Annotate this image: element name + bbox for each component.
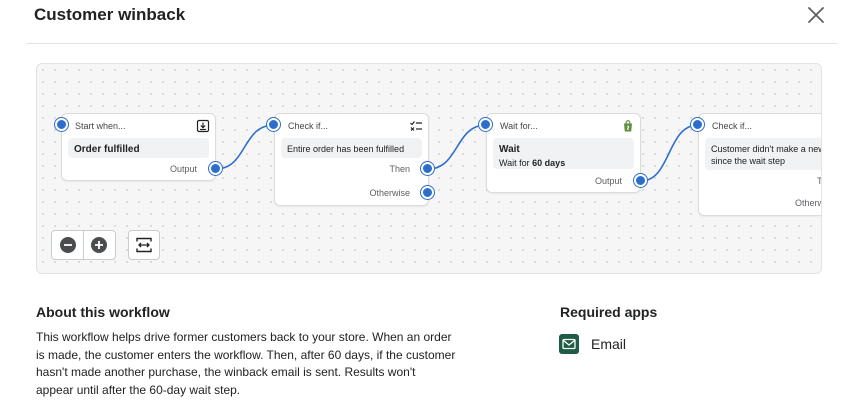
- modal-header: Customer winback: [0, 0, 865, 44]
- node-body: Entire order has been fulfilled: [281, 138, 422, 158]
- node-condition-line-2: since the wait step: [711, 156, 786, 166]
- zoom-in-button[interactable]: [84, 231, 115, 259]
- workflow-canvas[interactable]: Start when... Order fulfilled Output Che…: [36, 63, 822, 274]
- email-icon: [559, 334, 579, 354]
- fit-view-button[interactable]: [128, 230, 160, 260]
- modal-title: Customer winback: [34, 5, 186, 24]
- workflow-node-wait[interactable]: Wait for... Wait Wait for 60 days Output: [486, 113, 641, 193]
- node-input-port[interactable]: [55, 118, 68, 131]
- checklist-icon: [410, 121, 422, 131]
- node-header: Check if...: [712, 121, 753, 131]
- connector-3: [640, 124, 699, 182]
- node-header: Start when...: [75, 121, 126, 131]
- wait-prefix: Wait for: [499, 158, 533, 168]
- required-apps-title: Required apps: [560, 304, 658, 320]
- connector-1: [215, 124, 275, 170]
- node-wait-duration: Wait for 60 days: [499, 158, 628, 168]
- node-header: Wait for...: [500, 121, 538, 131]
- node-input-port[interactable]: [479, 118, 492, 131]
- shopify-bag-icon: [624, 120, 632, 132]
- import-icon: [196, 119, 210, 133]
- header-divider: [26, 43, 837, 44]
- wait-days: 60 days: [532, 158, 566, 168]
- node-otherwise-port[interactable]: [421, 186, 434, 199]
- port-label-otherwise: Otherwise: [369, 188, 410, 198]
- node-output-port[interactable]: [209, 162, 222, 175]
- node-title: Order fulfilled: [74, 144, 140, 155]
- port-label-then: Then: [389, 164, 410, 174]
- minus-circle-icon: [59, 237, 76, 253]
- node-input-port[interactable]: [267, 118, 280, 131]
- app-label: Email: [591, 336, 627, 352]
- zoom-controls: [51, 230, 116, 260]
- zoom-out-button[interactable]: [52, 231, 83, 259]
- port-label-output: Output: [169, 164, 197, 174]
- node-body: Order fulfilled: [68, 138, 209, 158]
- node-output-port[interactable]: [634, 174, 647, 187]
- node-then-port[interactable]: [421, 162, 434, 175]
- workflow-node-check[interactable]: Check if... Entire order has been fulfil…: [274, 113, 429, 206]
- about-description: This workflow helps drive former custome…: [36, 330, 456, 397]
- app-item-email[interactable]: Email: [559, 333, 626, 355]
- about-title: About this workflow: [36, 304, 170, 320]
- close-button[interactable]: [806, 5, 826, 25]
- node-condition-line-1: Customer didn't make a new o: [711, 144, 822, 154]
- fit-view-icon: [136, 237, 152, 253]
- workflow-node-start[interactable]: Start when... Order fulfilled Output: [61, 113, 216, 181]
- connector-2: [427, 124, 487, 170]
- close-icon: [808, 7, 824, 23]
- port-label-then: T: [817, 176, 822, 186]
- node-title: Wait: [499, 144, 520, 155]
- plus-circle-icon: [91, 237, 108, 253]
- node-header: Check if...: [288, 121, 329, 131]
- node-input-port[interactable]: [691, 118, 704, 131]
- node-body: Customer didn't make a new o since the w…: [705, 138, 822, 170]
- port-label-output: Output: [594, 176, 622, 186]
- node-body: Wait Wait for 60 days: [493, 138, 634, 169]
- node-condition: Entire order has been fulfilled: [287, 144, 405, 154]
- workflow-node-check-2[interactable]: Check if... Customer didn't make a new o…: [698, 113, 822, 216]
- port-label-otherwise: Otherw: [795, 198, 822, 208]
